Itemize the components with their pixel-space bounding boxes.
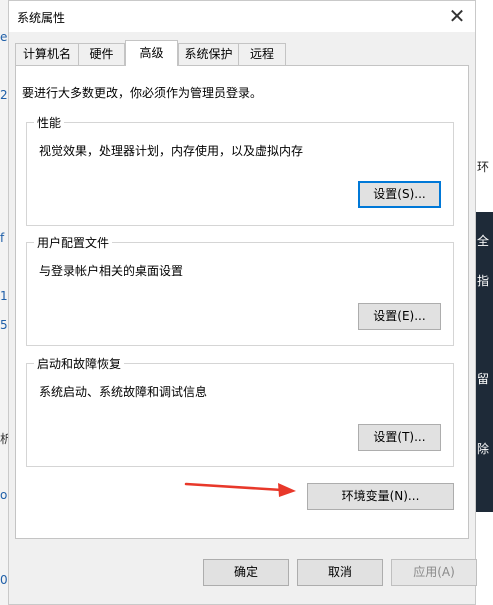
tab-advanced[interactable]: 高级	[125, 40, 178, 66]
ok-button[interactable]: 确定	[203, 559, 289, 586]
apply-button[interactable]: 应用(A)	[391, 559, 477, 586]
annotation-arrow-icon	[184, 482, 296, 497]
cancel-button[interactable]: 取消	[297, 559, 383, 586]
